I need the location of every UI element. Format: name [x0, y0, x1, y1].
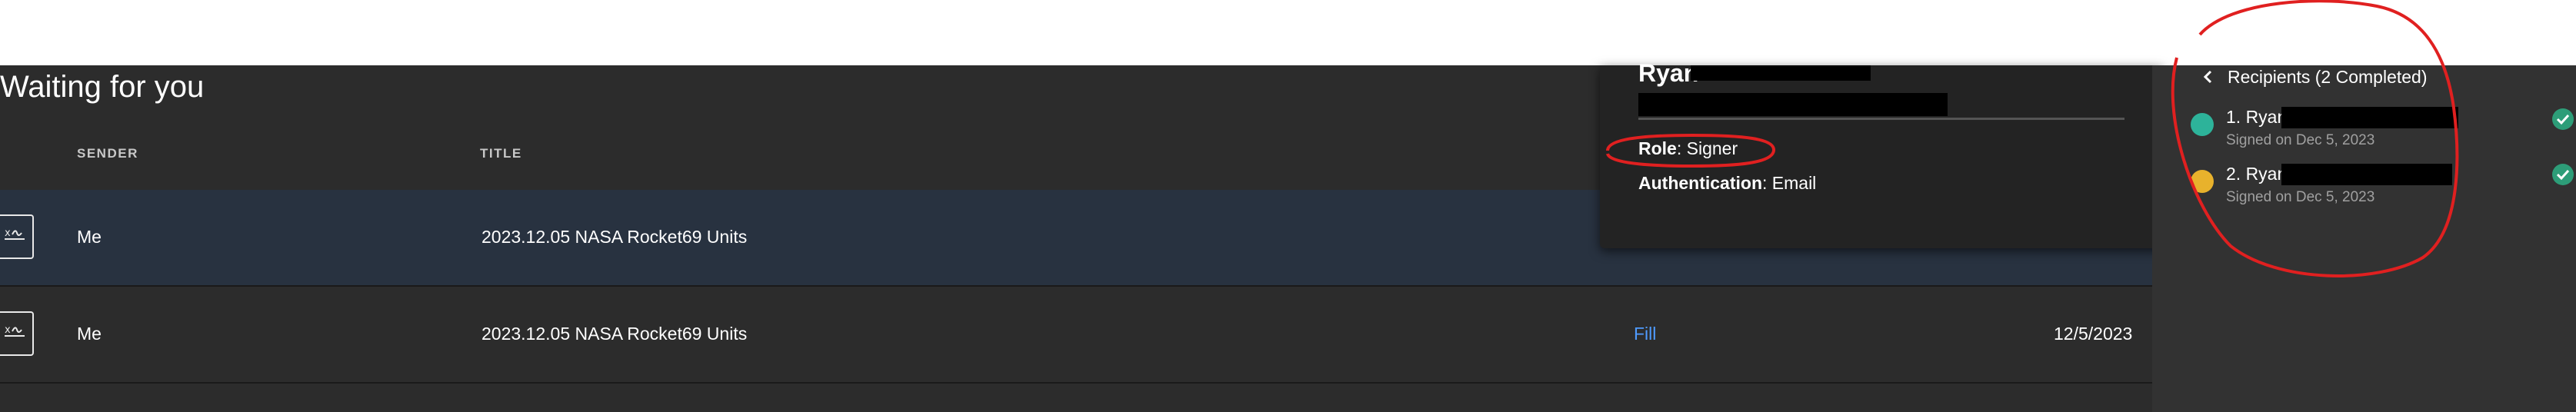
recipient-name: 1. Ryan [2226, 107, 2288, 127]
document-sign-icon: x [0, 311, 34, 356]
app-window: Waiting for you SENDER TITLE x Me 2023.1… [0, 59, 2576, 412]
redaction-bar [2281, 107, 2458, 128]
avatar [2191, 170, 2214, 193]
role-label: Role [1638, 138, 1677, 158]
authentication-label: Authentication [1638, 173, 1762, 193]
recipient-item[interactable]: 1. Ryan Signed on Dec 5, 2023 [2191, 107, 2568, 161]
role-value: : Signer [1676, 138, 1738, 158]
chevron-left-icon[interactable] [2197, 65, 2220, 88]
svg-text:x: x [5, 324, 11, 336]
table-row[interactable]: x Me 2023.12.05 NASA Rocket69 Units Fill… [0, 287, 2152, 384]
title-cell[interactable]: 2023.12.05 NASA Rocket69 Units [482, 227, 747, 248]
redaction-bar [1638, 93, 1948, 116]
redaction-bar [1691, 65, 1871, 81]
document-sign-icon: x [0, 214, 34, 259]
divider [1638, 118, 2124, 120]
svg-text:x: x [5, 228, 11, 239]
title-cell[interactable]: 2023.12.05 NASA Rocket69 Units [482, 324, 747, 344]
sender-cell: Me [77, 227, 102, 247]
date-cell: 12/5/2023 [2054, 324, 2133, 344]
fill-action-link[interactable]: Fill [1634, 324, 1656, 344]
redaction-bar [2281, 164, 2452, 185]
recipient-status: Signed on Dec 5, 2023 [2226, 132, 2375, 148]
authentication-line: Authentication: Email [1638, 173, 1816, 194]
sender-cell: Me [77, 324, 102, 344]
recipients-header-label: Recipients (2 Completed) [2228, 66, 2428, 87]
column-header-sender[interactable]: SENDER [77, 146, 138, 161]
page-title: Waiting for you [0, 70, 205, 104]
role-line: Role: Signer [1638, 138, 1738, 159]
checkmark-icon [2552, 164, 2574, 185]
recipients-header[interactable]: Recipients (2 Completed) [2197, 65, 2428, 88]
authentication-value: : Email [1762, 173, 1817, 193]
recipient-details-popover: Ryan Role: Signer Authentication: Email [1600, 59, 2163, 248]
recipient-name: Ryan [1638, 59, 1699, 87]
column-header-title[interactable]: TITLE [480, 146, 522, 161]
recipient-status: Signed on Dec 5, 2023 [2226, 189, 2375, 205]
checkmark-icon [2552, 108, 2574, 130]
recipient-name: 2. Ryan [2226, 164, 2288, 184]
avatar [2191, 113, 2214, 136]
recipient-item[interactable]: 2. Ryan Signed on Dec 5, 2023 [2191, 164, 2568, 218]
